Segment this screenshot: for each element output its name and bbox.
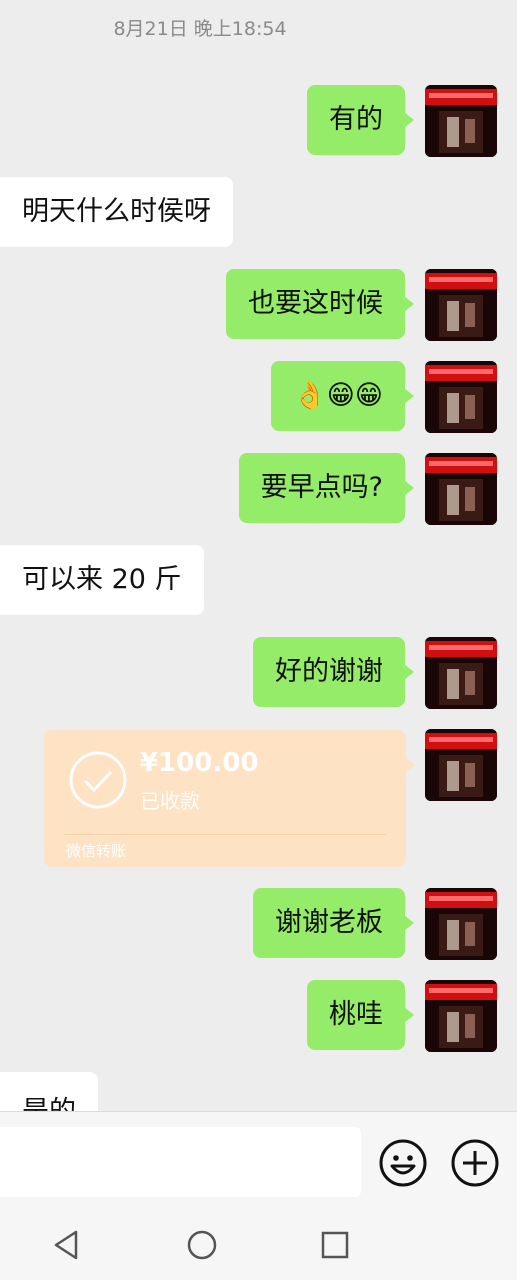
user-avatar[interactable]: [425, 361, 497, 433]
transfer-amount: ¥100.00: [140, 748, 259, 778]
transfer-card[interactable]: ¥100.00 已收款 微信转账: [44, 730, 415, 867]
user-avatar[interactable]: [425, 888, 497, 960]
outgoing-message-bubble[interactable]: 好的谢谢: [253, 637, 414, 707]
outgoing-message-bubble[interactable]: 谢谢老板: [253, 888, 414, 958]
recent-square-icon[interactable]: [318, 1228, 352, 1262]
plus-icon[interactable]: [450, 1138, 500, 1188]
user-avatar[interactable]: [425, 729, 497, 801]
transfer-divider: [64, 834, 386, 835]
transfer-label: 微信转账: [66, 842, 127, 860]
user-avatar[interactable]: [425, 85, 497, 157]
user-avatar[interactable]: [425, 637, 497, 709]
incoming-message-bubble[interactable]: 可以来 20 斤: [0, 545, 204, 615]
message-timestamp: 8月21日 晚上18:54: [113, 18, 287, 40]
outgoing-message-bubble[interactable]: 也要这时候: [226, 269, 414, 339]
user-avatar[interactable]: [425, 453, 497, 525]
message-input[interactable]: [0, 1127, 361, 1197]
back-triangle-icon[interactable]: [50, 1228, 84, 1262]
emoji-icon[interactable]: [378, 1138, 428, 1188]
user-avatar[interactable]: [425, 980, 497, 1052]
outgoing-message-bubble[interactable]: 桃哇: [307, 980, 414, 1050]
user-avatar[interactable]: [425, 269, 497, 341]
transfer-status: 已收款: [140, 789, 200, 813]
outgoing-message-bubble[interactable]: 👌😁😁: [271, 361, 414, 431]
system-nav-bar: [0, 1206, 517, 1280]
received-check-icon: [69, 751, 127, 809]
outgoing-message-bubble[interactable]: 要早点吗?: [238, 453, 415, 523]
incoming-message-bubble[interactable]: 明天什么时侯呀: [0, 177, 233, 247]
home-circle-icon[interactable]: [185, 1228, 219, 1262]
outgoing-message-bubble[interactable]: 有的: [307, 85, 414, 155]
input-bar: [0, 1111, 517, 1207]
